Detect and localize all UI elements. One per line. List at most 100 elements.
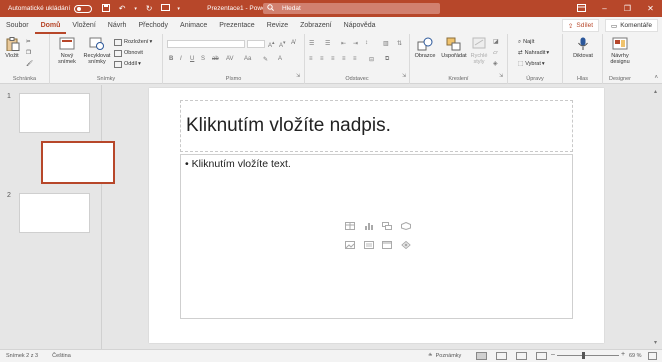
italic-icon[interactable]: I (180, 56, 182, 62)
close-icon[interactable]: ✕ (639, 4, 662, 13)
zoom-out-icon[interactable]: – (551, 351, 555, 358)
slideshow-view-icon[interactable] (536, 352, 547, 360)
shape-outline-icon[interactable]: ▱ (493, 49, 498, 56)
reuse-slides-button[interactable]: Recyklovat snímky (82, 37, 112, 65)
start-slideshow-icon[interactable] (160, 3, 170, 14)
font-name-dropdown[interactable] (167, 40, 245, 48)
copy-icon[interactable]: ❐ (26, 49, 31, 57)
cut-icon[interactable]: ✂ (26, 38, 31, 46)
font-color-icon[interactable]: A (278, 56, 282, 62)
select-button[interactable]: ⬚ Vybrat ▾ (518, 60, 545, 68)
shape-fill-icon[interactable]: ◪ (493, 38, 499, 45)
scroll-down-icon[interactable]: ▾ (654, 339, 657, 346)
scroll-up-icon[interactable]: ▴ (654, 88, 657, 95)
bullets-icon[interactable]: ☰ (309, 40, 314, 47)
tab-insert[interactable]: Vložení (66, 17, 101, 34)
tab-animations[interactable]: Animace (174, 17, 213, 34)
section-button[interactable]: Oddíl ▾ (114, 60, 141, 68)
text-direction-icon[interactable]: ⇅ (397, 40, 402, 47)
vertical-scrollbar[interactable]: ▴ ▾ (652, 85, 662, 349)
slide-thumbnail-selected[interactable] (41, 141, 115, 184)
undo-icon[interactable]: ↶ (117, 4, 127, 13)
save-icon[interactable] (101, 3, 111, 14)
line-spacing-icon[interactable]: ↕ (365, 40, 368, 46)
font-size-dropdown[interactable] (247, 40, 265, 48)
shadow-icon[interactable]: S (201, 56, 205, 62)
minimize-icon[interactable]: – (593, 4, 616, 13)
design-ideas-button[interactable]: Návrhy designu (605, 37, 635, 65)
layout-button[interactable]: Rozložení ▾ (114, 38, 152, 46)
smartart-icon[interactable]: ⧉ (385, 56, 389, 63)
tab-home[interactable]: Domů (34, 17, 67, 34)
insert-table-icon[interactable] (345, 222, 355, 230)
search-box[interactable]: Hledat (263, 3, 440, 14)
strikethrough-icon[interactable]: ab (212, 56, 219, 62)
change-case-icon[interactable]: Aa (244, 56, 251, 62)
bold-icon[interactable]: B (169, 56, 173, 62)
title-placeholder[interactable]: Kliknutím vložíte nadpis. (180, 100, 573, 152)
clear-formatting-icon[interactable]: A̸ (291, 40, 295, 46)
arrange-button[interactable]: Uspořádat (439, 37, 469, 59)
tab-review[interactable]: Revize (261, 17, 294, 34)
tab-view[interactable]: Zobrazení (294, 17, 338, 34)
columns-icon[interactable]: ▥ (383, 40, 389, 47)
find-button[interactable]: ⌕ Najít (518, 38, 534, 46)
insert-chart-icon[interactable] (364, 222, 374, 230)
tab-design[interactable]: Návrh (102, 17, 133, 34)
normal-view-icon[interactable] (476, 352, 487, 360)
shape-effects-icon[interactable]: ◈ (493, 60, 498, 67)
redo-icon[interactable]: ↻ (144, 4, 154, 13)
reading-view-icon[interactable] (516, 352, 527, 360)
comments-button[interactable]: ▭ Komentáře (605, 19, 658, 32)
tab-help[interactable]: Nápověda (338, 17, 382, 34)
notes-button[interactable]: ≗ Poznámky (428, 353, 461, 359)
insert-stock-images-icon[interactable] (364, 241, 374, 249)
new-slide-button[interactable]: Nový snímek (55, 37, 79, 65)
zoom-in-icon[interactable]: + (621, 351, 625, 358)
tab-slideshow[interactable]: Prezentace (213, 17, 260, 34)
increase-font-icon[interactable]: A▴ (268, 40, 275, 49)
decrease-font-icon[interactable]: A▾ (279, 40, 286, 49)
restore-icon[interactable]: ❐ (616, 4, 639, 13)
slide-sorter-icon[interactable] (496, 352, 507, 360)
char-spacing-icon[interactable]: AV (226, 56, 234, 62)
insert-smartart-icon[interactable] (382, 222, 392, 230)
customize-qat-icon[interactable]: ▾ (176, 6, 181, 12)
collapse-ribbon-icon[interactable]: ˄ (654, 75, 658, 81)
quick-styles-button[interactable]: Rychlé styly (468, 37, 490, 65)
replace-button[interactable]: ⇄ Nahradit ▾ (518, 49, 549, 57)
zoom-level[interactable]: 69 % (629, 353, 642, 359)
fit-to-window-icon[interactable] (648, 352, 657, 360)
insert-video-icon[interactable] (382, 241, 392, 249)
share-button[interactable]: ⇪ Sdílet (561, 19, 599, 32)
distribute-icon[interactable]: ≡ (353, 56, 357, 62)
tab-transitions[interactable]: Přechody (132, 17, 174, 34)
undo-dropdown-icon[interactable]: ▾ (133, 6, 138, 12)
slide-thumbnail-1[interactable] (19, 93, 90, 133)
justify-icon[interactable]: ≡ (342, 56, 346, 62)
paste-button[interactable]: Vložit (3, 37, 21, 59)
ribbon-display-options-icon[interactable] (570, 3, 593, 14)
align-text-icon[interactable]: ⊟ (369, 56, 374, 63)
slide-thumbnail-2[interactable] (19, 193, 90, 233)
language-indicator[interactable]: Čeština (52, 353, 71, 359)
content-placeholder[interactable]: • Kliknutím vložíte text. (180, 154, 573, 319)
numbering-icon[interactable]: ☰ (325, 40, 330, 47)
autosave-toggle[interactable] (74, 4, 93, 13)
reset-button[interactable]: Obnovit (114, 49, 143, 57)
zoom-slider-handle[interactable] (582, 352, 585, 359)
highlight-icon[interactable]: ✎ (263, 56, 268, 63)
underline-icon[interactable]: U (190, 56, 194, 62)
insert-picture-icon[interactable] (345, 241, 355, 249)
tab-file[interactable]: Soubor (0, 17, 35, 34)
format-painter-icon[interactable]: 🖌 (26, 60, 33, 68)
insert-icons-icon[interactable] (401, 241, 411, 249)
align-center-icon[interactable]: ≡ (320, 56, 324, 62)
dictate-button[interactable]: Diktovat (569, 37, 597, 59)
shapes-button[interactable]: Obrazce (413, 37, 437, 59)
decrease-indent-icon[interactable]: ⇤ (341, 40, 346, 47)
insert-3d-model-icon[interactable] (401, 222, 411, 230)
align-left-icon[interactable]: ≡ (309, 56, 313, 62)
increase-indent-icon[interactable]: ⇥ (353, 40, 358, 47)
zoom-slider[interactable] (557, 355, 619, 356)
